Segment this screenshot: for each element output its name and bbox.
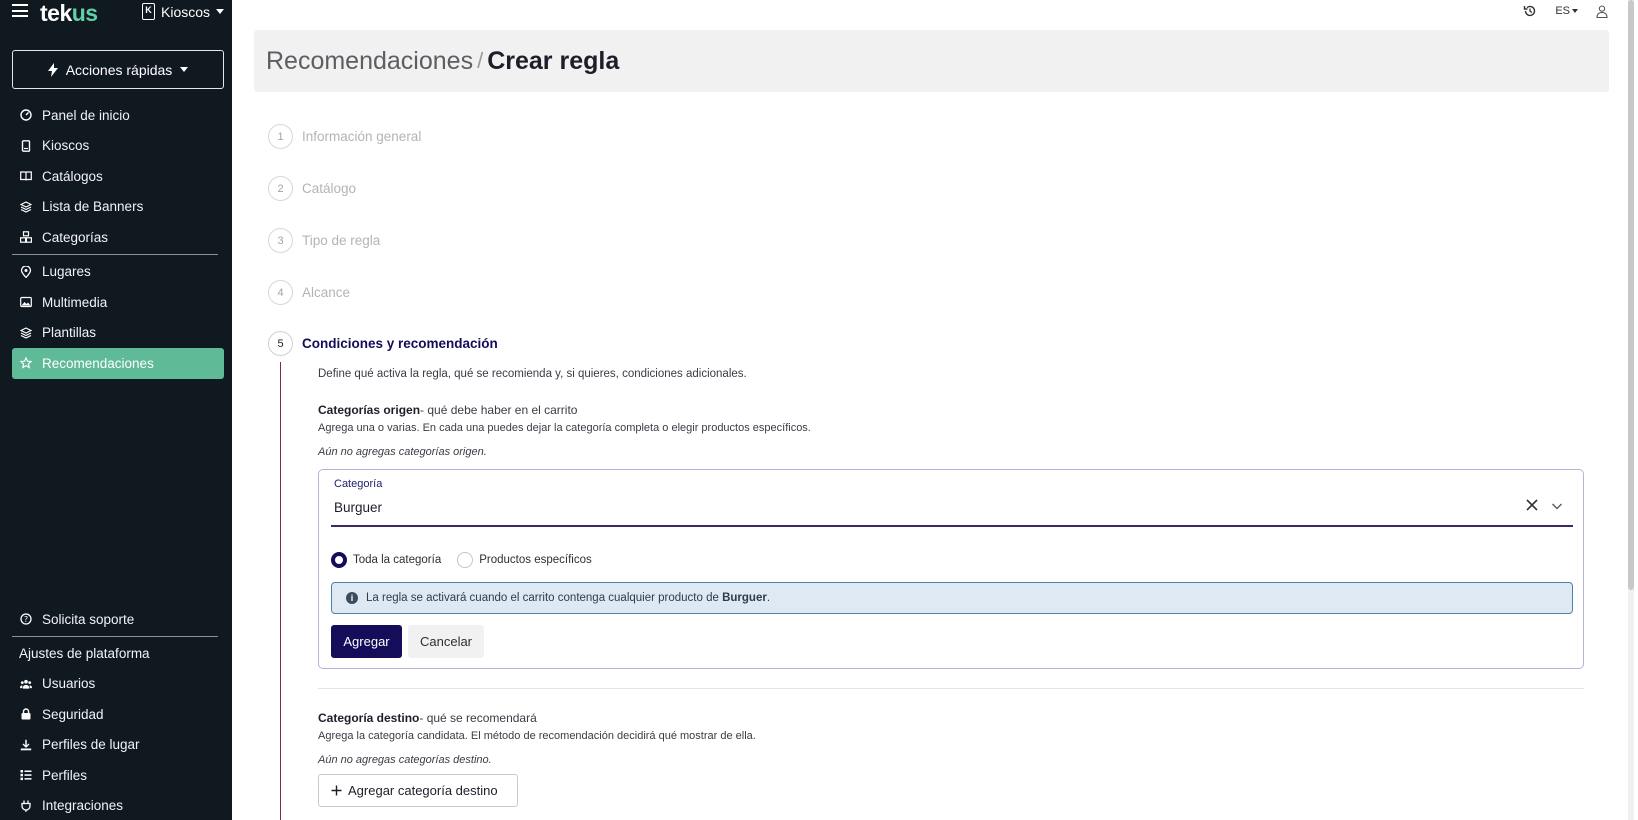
step-number: 1 [268,124,293,149]
sidebar-item-perfiles[interactable]: Perfiles [12,760,224,791]
add-destination-category-button[interactable]: Agregar categoría destino [318,774,518,807]
destination-help-text: Agrega la categoría candidata. El método… [318,730,756,742]
step-5[interactable]: 5 Condiciones y recomendación [268,331,498,356]
step-number: 4 [268,280,293,305]
breadcrumb-separator: / [477,48,484,73]
caret-down-icon [180,67,189,72]
clear-icon[interactable] [1525,498,1539,512]
list-icon [20,769,32,781]
layers-icon [20,327,32,339]
user-icon[interactable] [1596,4,1608,18]
quick-actions-button[interactable]: Acciones rápidas [12,50,224,89]
dashboard-icon [20,109,32,121]
image-icon [20,296,32,308]
radio-specific-products[interactable]: Productos específicos [457,552,592,568]
sidebar-divider [12,253,218,255]
sidebar-item-plantillas[interactable]: Plantillas [12,318,224,349]
origin-empty-text: Aún no agregas categorías origen. [318,446,487,458]
sidebar-item-seguridad[interactable]: Seguridad [12,699,224,730]
caret-down-icon [216,9,225,14]
step-1[interactable]: 1 Información general [268,124,421,149]
sidebar-section-title: Ajustes de plataforma [19,646,150,661]
destination-empty-text: Aún no agregas categorías destino. [318,754,492,766]
step-label: Condiciones y recomendación [302,336,498,351]
category-field-underline [331,525,1573,527]
step-3[interactable]: 3 Tipo de regla [268,228,380,253]
sidebar-item-multimedia[interactable]: Multimedia [12,287,224,318]
origin-category-form: Categoría Burguer Toda la categoría Prod… [318,469,1584,669]
step-label: Tipo de regla [302,233,381,248]
plug-icon [20,800,32,812]
radio-circle[interactable] [331,552,347,568]
kiosk-icon: K [142,3,155,20]
topbar-actions: ES [1523,4,1608,18]
add-button[interactable]: Agregar [331,625,402,658]
step-label: Información general [302,129,422,144]
sidebar-item-perfiles-de-lugar[interactable]: Perfiles de lugar [12,730,224,761]
sidebar-item-solicita-soporte[interactable]: ? Solicita soporte [12,604,224,635]
info-alert: i La regla se activará cuando el carrito… [331,582,1573,614]
sidebar: tekus K Kioscos Acciones rápidas Panel d… [0,0,232,820]
hamburger-menu-icon[interactable] [12,4,28,17]
sidebar-item-panel-de-inicio[interactable]: Panel de inicio [12,100,224,131]
sidebar-item-lista-de-banners[interactable]: Lista de Banners [12,192,224,223]
sidebar-item-categorias[interactable]: Categorías [12,222,224,253]
kiosk-icon [20,139,32,152]
bolt-icon [47,62,58,77]
book-icon [20,170,32,182]
sidebar-nav-top: Panel de inicio Kioscos Catálogos Lista … [12,100,224,379]
scrollbar-thumb[interactable] [1628,0,1634,590]
step-4[interactable]: 4 Alcance [268,280,350,305]
step-number: 5 [268,331,293,356]
help-circle-icon: ? [20,613,32,625]
layers-icon [20,201,32,213]
origin-section-title: Categorías origen- qué debe haber en el … [318,403,578,417]
history-icon[interactable] [1523,4,1537,18]
info-icon: i [346,592,358,604]
step-description: Define qué activa la regla, qué se recom… [318,368,747,380]
sidebar-item-lugares[interactable]: Lugares [12,257,224,288]
chevron-down-icon[interactable] [1551,500,1563,512]
language-selector[interactable]: ES [1555,5,1578,17]
users-icon [20,678,32,690]
step-label: Catálogo [302,181,357,196]
sidebar-nav-bottom: ? Solicita soporte Ajustes de plataforma… [12,604,224,820]
lock-icon [20,708,32,720]
page-scrollbar[interactable] [1628,0,1634,820]
step-2[interactable]: 2 Catálogo [268,176,356,201]
pin-icon [20,265,32,278]
destination-section-title: Categoría destino- qué se recomendará [318,711,537,725]
step-connector-line [280,362,281,820]
radio-whole-category[interactable]: Toda la categoría [331,552,441,568]
scope-radio-group: Toda la categoría Productos específicos [331,552,592,568]
category-field-label: Categoría [334,478,383,490]
sidebar-topbar: tekus K Kioscos [0,0,232,26]
step-number: 3 [268,228,293,253]
step-label: Alcance [302,285,351,300]
sidebar-item-integraciones[interactable]: Integraciones [12,791,224,820]
radio-circle[interactable] [457,552,474,568]
sidebar-item-usuarios[interactable]: Usuarios [12,669,224,700]
cancel-button[interactable]: Cancelar [408,625,484,658]
caret-down-icon [1572,9,1578,13]
sidebar-divider [12,635,218,637]
plus-icon [331,785,342,796]
breadcrumb-parent[interactable]: Recomendaciones [266,47,473,76]
star-icon [20,357,32,370]
origin-help-text: Agrega una o varias. En cada una puedes … [318,422,811,434]
sidebar-item-kioscos[interactable]: Kioscos [12,131,224,162]
page-title: Crear regla [487,46,620,75]
page-header: Recomendaciones / Crear regla [254,30,1609,92]
tekus-logo[interactable]: tekus [40,0,98,27]
svg-text:?: ? [24,615,28,624]
sidebar-item-recomendaciones[interactable]: Recomendaciones [12,348,224,379]
step-number: 2 [268,176,293,201]
category-select[interactable]: Burguer [334,500,382,515]
category-icon [20,231,32,244]
info-text: La regla se activará cuando el carrito c… [366,592,771,604]
kiosk-selector[interactable]: K Kioscos [142,3,225,20]
section-divider [318,688,1584,689]
sidebar-item-catalogos[interactable]: Catálogos [12,161,224,192]
anchor-icon [20,739,32,751]
